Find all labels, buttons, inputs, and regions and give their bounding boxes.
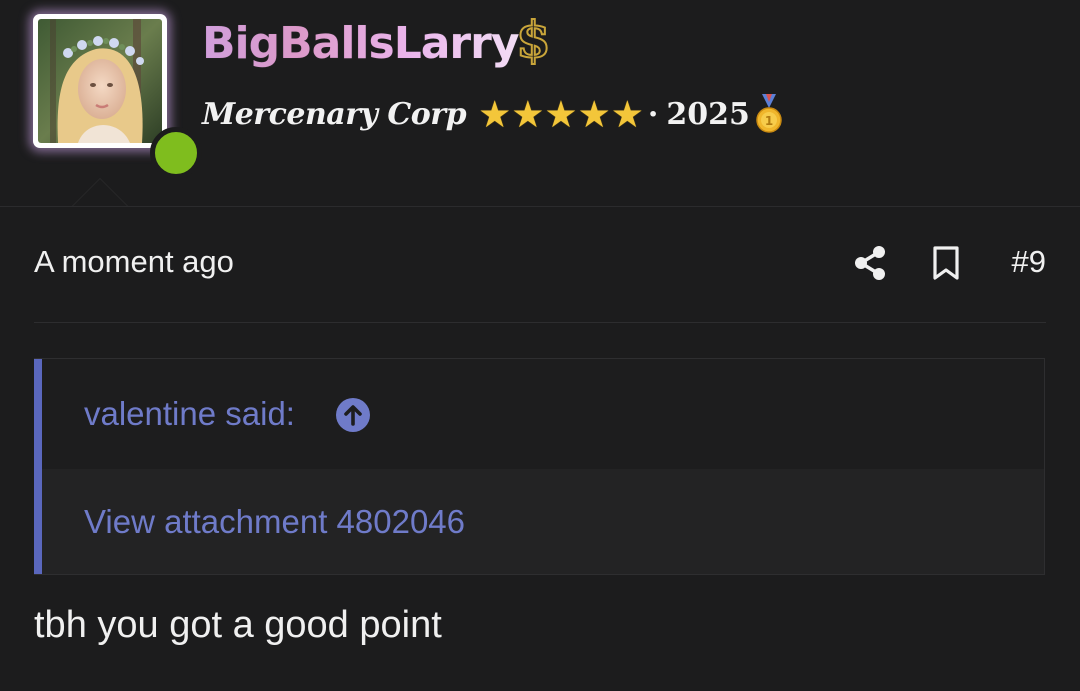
avatar[interactable] (33, 14, 202, 179)
username[interactable]: BigBallsLarry (202, 18, 520, 69)
post-timestamp[interactable]: A moment ago (34, 244, 234, 280)
quote-accent-bar (34, 359, 42, 574)
arrow-up-circle-icon[interactable] (335, 397, 371, 433)
dollar-icon: $ (515, 9, 552, 70)
divider (34, 322, 1046, 323)
header-pointer (72, 178, 128, 206)
forum-post: BigBallsLarry $ Mercenary Corp ★★★★★ · 2… (0, 0, 1080, 691)
bookmark-icon[interactable] (931, 245, 961, 281)
rating-stars: ★★★★★ (478, 93, 644, 135)
view-attachment-link[interactable]: View attachment 4802046 (84, 503, 465, 541)
avatar-image (38, 19, 162, 143)
message-body: tbh you got a good point (34, 604, 442, 646)
online-status-indicator (150, 127, 202, 179)
svg-text:1: 1 (765, 114, 773, 128)
quote-body: View attachment 4802046 (42, 469, 1044, 574)
separator-dot: · (647, 96, 659, 132)
member-year: 2025 (666, 96, 750, 132)
user-title-line: Mercenary Corp ★★★★★ · 2025 1 (202, 92, 784, 136)
quote-header: valentine said: (42, 359, 1044, 469)
quote-author-link[interactable]: valentine said: (84, 395, 295, 433)
user-title: Mercenary Corp (202, 96, 467, 132)
gold-medal-icon: 1 (756, 94, 782, 133)
post-number-link[interactable]: #9 (1012, 244, 1046, 280)
share-icon[interactable] (853, 245, 887, 281)
quote-block: valentine said: View attachment 4802046 (34, 358, 1045, 575)
user-header: BigBallsLarry $ Mercenary Corp ★★★★★ · 2… (0, 0, 1080, 207)
